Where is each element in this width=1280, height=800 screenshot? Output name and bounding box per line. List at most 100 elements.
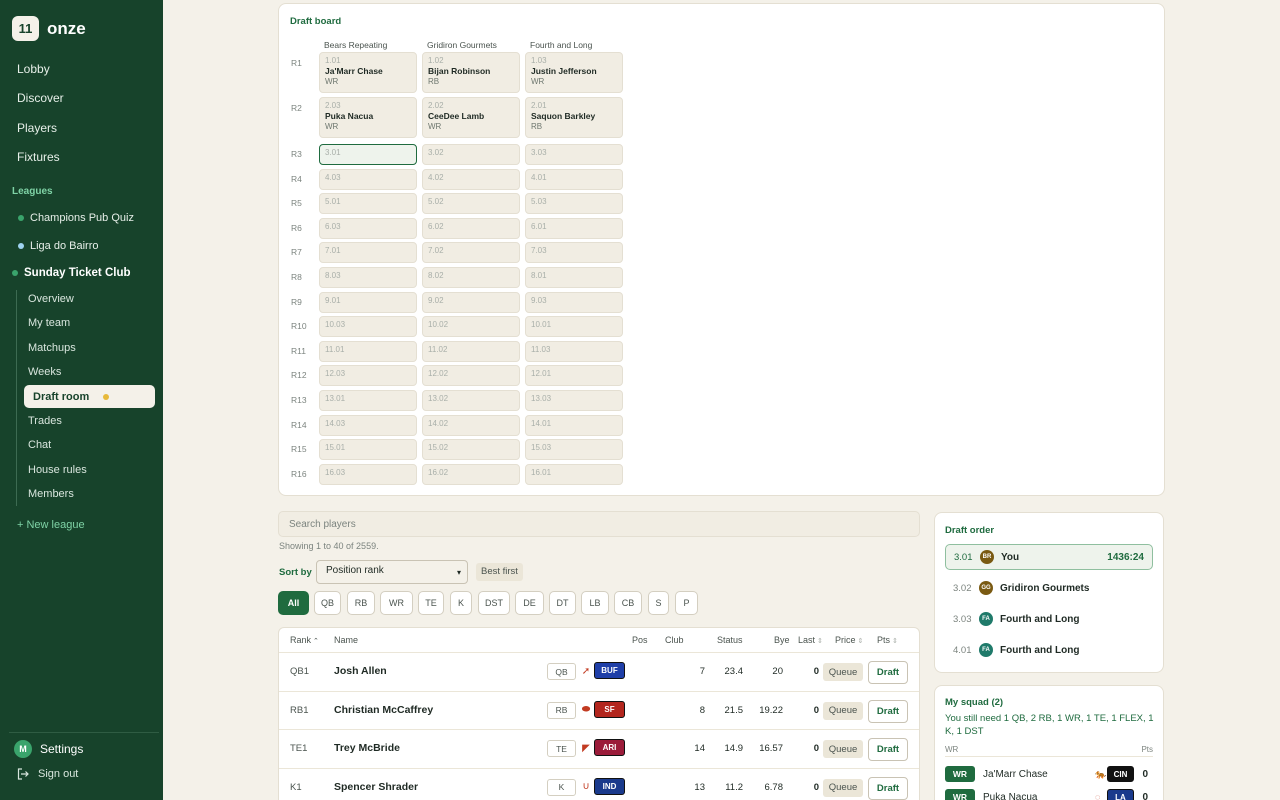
empty-pick-cell[interactable]: 3.03 xyxy=(525,144,623,165)
empty-pick-cell[interactable]: 16.01 xyxy=(525,463,623,485)
filter-rb[interactable]: RB xyxy=(347,591,375,615)
queue-button[interactable]: Queue xyxy=(823,740,863,758)
subnav-trades[interactable]: Trades xyxy=(28,415,62,427)
empty-pick-cell[interactable]: 13.02 xyxy=(422,390,520,411)
sort-select[interactable]: Position rank ▾ xyxy=(316,560,468,584)
empty-pick-cell[interactable]: 9.03 xyxy=(525,291,623,313)
empty-pick-cell[interactable]: 9.01 xyxy=(319,291,417,313)
empty-pick-cell[interactable]: 16.03 xyxy=(319,463,417,485)
filter-dst[interactable]: DST xyxy=(478,591,510,615)
empty-pick-cell[interactable]: 4.01 xyxy=(525,168,623,190)
player-name[interactable]: Trey McBride xyxy=(334,742,400,754)
subnav-house-rules[interactable]: House rules xyxy=(28,464,87,476)
empty-pick-cell[interactable]: 6.01 xyxy=(525,217,623,239)
nav-players[interactable]: Players xyxy=(17,121,57,135)
subnav-members[interactable]: Members xyxy=(28,488,74,500)
player-name[interactable]: Spencer Shrader xyxy=(334,781,418,793)
filter-all[interactable]: All xyxy=(278,591,309,615)
empty-pick-cell[interactable]: 11.02 xyxy=(422,340,520,362)
nav-lobby[interactable]: Lobby xyxy=(17,62,50,76)
empty-pick-cell[interactable]: 7.01 xyxy=(319,242,417,264)
subnav-overview[interactable]: Overview xyxy=(28,293,74,305)
subnav-my-team[interactable]: My team xyxy=(28,317,70,329)
empty-pick-cell[interactable]: 8.02 xyxy=(422,267,520,288)
empty-pick-cell[interactable]: 7.03 xyxy=(525,242,623,264)
draft-pick-cell[interactable]: 2.01 Saquon Barkley RB xyxy=(525,97,623,138)
empty-pick-cell[interactable]: 8.03 xyxy=(319,267,417,288)
empty-pick-cell[interactable]: 5.02 xyxy=(422,193,520,215)
empty-pick-cell[interactable]: 15.01 xyxy=(319,439,417,461)
empty-pick-cell[interactable]: 14.03 xyxy=(319,414,417,436)
empty-pick-cell[interactable]: 14.02 xyxy=(422,414,520,436)
league-liga-do-bairro[interactable]: Liga do Bairro xyxy=(18,240,99,252)
empty-pick-cell[interactable]: 13.03 xyxy=(525,390,623,411)
empty-pick-cell[interactable]: 6.03 xyxy=(319,217,417,239)
queue-button[interactable]: Queue xyxy=(823,663,863,681)
subnav-chat[interactable]: Chat xyxy=(28,439,51,451)
draft-button[interactable]: Draft xyxy=(868,661,908,684)
draft-button[interactable]: Draft xyxy=(868,699,908,723)
empty-pick-cell[interactable]: 5.03 xyxy=(525,193,623,215)
draft-pick-cell[interactable]: 1.02 Bijan Robinson RB xyxy=(422,52,520,93)
draft-button[interactable]: Draft xyxy=(868,776,908,800)
column-header-price[interactable]: Price ⇕ xyxy=(835,635,863,645)
empty-pick-cell[interactable]: 6.02 xyxy=(422,217,520,239)
empty-pick-cell[interactable]: 10.02 xyxy=(422,316,520,338)
empty-pick-cell[interactable]: 12.01 xyxy=(525,365,623,387)
filter-wr[interactable]: WR xyxy=(380,591,413,615)
nav-fixtures[interactable]: Fixtures xyxy=(17,150,60,164)
empty-pick-cell[interactable]: 4.03 xyxy=(319,168,417,190)
search-input[interactable] xyxy=(278,511,920,537)
draft-pick-cell[interactable]: 2.03 Puka Nacua WR xyxy=(319,97,417,138)
app-logo[interactable]: 11 onze xyxy=(12,16,86,41)
empty-pick-cell[interactable]: 11.03 xyxy=(525,340,623,362)
league-champions-pub-quiz[interactable]: Champions Pub Quiz xyxy=(18,212,134,224)
empty-pick-cell[interactable]: 5.01 xyxy=(319,193,417,215)
empty-pick-cell[interactable]: 15.02 xyxy=(422,439,520,461)
empty-pick-cell[interactable]: 4.02 xyxy=(422,168,520,190)
filter-s[interactable]: S xyxy=(648,591,669,615)
sign-out-link[interactable]: Sign out xyxy=(17,768,78,780)
filter-lb[interactable]: LB xyxy=(581,591,609,615)
filter-de[interactable]: DE xyxy=(515,591,544,615)
filter-qb[interactable]: QB xyxy=(314,591,341,615)
queue-button[interactable]: Queue xyxy=(823,778,863,797)
empty-pick-cell[interactable]: 10.01 xyxy=(525,316,623,338)
league-sunday-ticket-club[interactable]: Sunday Ticket Club xyxy=(12,267,131,279)
empty-pick-cell[interactable]: 12.03 xyxy=(319,365,417,387)
new-league-link[interactable]: + New league xyxy=(17,519,85,531)
draft-pick-cell[interactable]: 1.01 Ja'Marr Chase WR xyxy=(319,52,417,93)
empty-pick-cell[interactable]: 3.02 xyxy=(422,144,520,165)
empty-pick-cell[interactable]: 14.01 xyxy=(525,414,623,436)
empty-pick-cell[interactable]: 13.01 xyxy=(319,390,417,411)
empty-pick-cell[interactable]: 9.02 xyxy=(422,291,520,313)
empty-pick-cell[interactable]: 8.01 xyxy=(525,267,623,288)
empty-pick-cell[interactable]: 12.02 xyxy=(422,365,520,387)
filter-cb[interactable]: CB xyxy=(614,591,642,615)
subnav-matchups[interactable]: Matchups xyxy=(28,342,76,354)
column-header-pts[interactable]: Pts ⇕ xyxy=(877,635,898,645)
nav-discover[interactable]: Discover xyxy=(17,91,64,105)
subnav-weeks[interactable]: Weeks xyxy=(28,366,61,378)
draft-button[interactable]: Draft xyxy=(868,738,908,761)
empty-pick-cell[interactable]: 16.02 xyxy=(422,463,520,485)
filter-p[interactable]: P xyxy=(675,591,698,615)
empty-pick-cell[interactable]: 10.03 xyxy=(319,316,417,338)
filter-dt[interactable]: DT xyxy=(549,591,576,615)
player-name[interactable]: Ja'Marr Chase xyxy=(983,769,1048,780)
subnav-draft-room[interactable]: Draft room xyxy=(24,385,155,408)
empty-pick-cell[interactable]: 15.03 xyxy=(525,439,623,461)
settings-link[interactable]: M Settings xyxy=(14,740,83,758)
draft-pick-cell[interactable]: 1.03 Justin Jefferson WR xyxy=(525,52,623,93)
empty-pick-cell[interactable]: 11.01 xyxy=(319,340,417,362)
player-name[interactable]: Puka Nacua xyxy=(983,792,1037,800)
filter-k[interactable]: K xyxy=(450,591,472,615)
empty-pick-cell[interactable]: 3.01 xyxy=(319,144,417,165)
filter-te[interactable]: TE xyxy=(418,591,444,615)
column-header-rank[interactable]: Rank ⌃ xyxy=(290,635,319,645)
player-name[interactable]: Josh Allen xyxy=(334,665,387,677)
column-header-last[interactable]: Last ⇕ xyxy=(798,635,823,645)
draft-pick-cell[interactable]: 2.02 CeeDee Lamb WR xyxy=(422,97,520,138)
queue-button[interactable]: Queue xyxy=(823,701,863,720)
empty-pick-cell[interactable]: 7.02 xyxy=(422,242,520,264)
